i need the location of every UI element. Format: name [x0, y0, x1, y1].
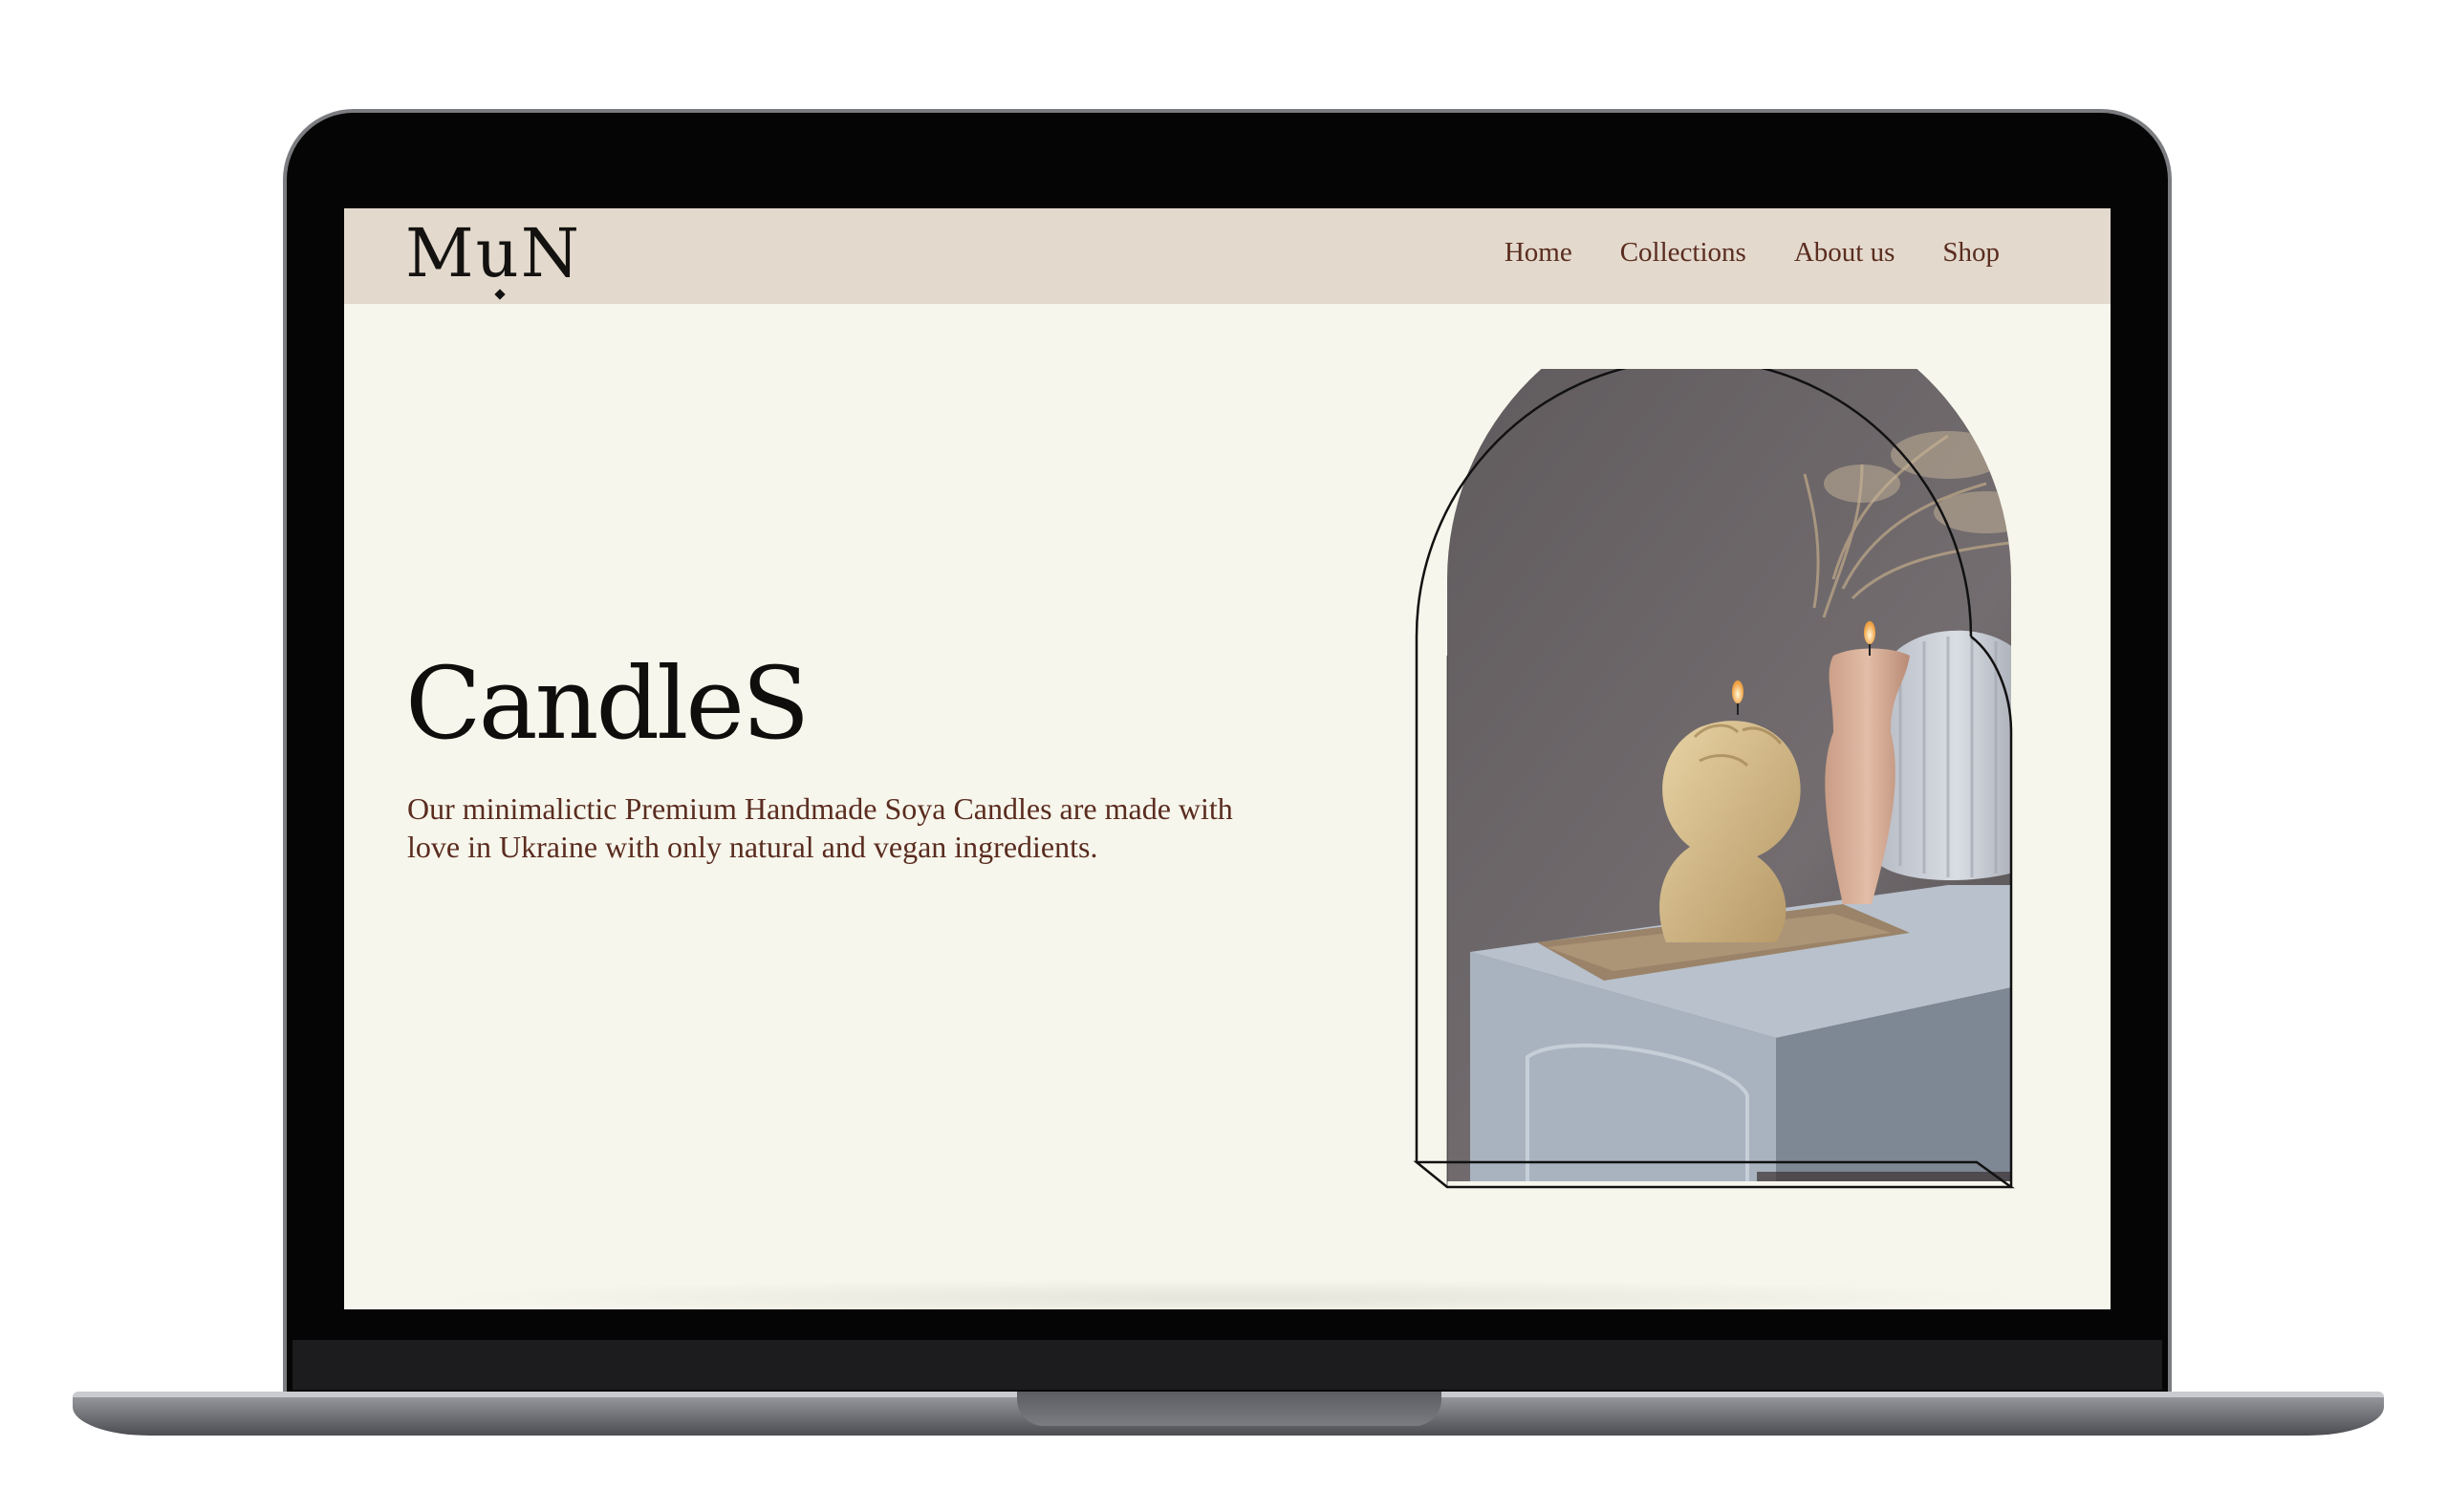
navbar: MuN Home Collections About us Shop: [344, 208, 2111, 304]
nav-links: Home Collections About us Shop: [1505, 235, 2000, 270]
candles-photo: [1413, 357, 2015, 1189]
logo-text: MuN: [405, 214, 582, 292]
content-shadow: [421, 1279, 2046, 1309]
nav-collections-link[interactable]: Collections: [1620, 235, 1746, 270]
website-screen: MuN Home Collections About us Shop Candl…: [344, 208, 2111, 1309]
laptop-mockup: MuN Home Collections About us Shop Candl…: [0, 0, 2447, 1512]
laptop-opening-notch: [1017, 1392, 1441, 1426]
nav-about-link[interactable]: About us: [1794, 235, 1895, 270]
nav-home-link[interactable]: Home: [1505, 235, 1572, 270]
logo[interactable]: MuN: [405, 214, 582, 300]
hero-description: Our minimalictic Premium Handmade Soya C…: [407, 791, 1233, 864]
hero-title: CandleS: [405, 645, 810, 762]
hero-arch-image: [1413, 357, 2044, 1200]
laptop-bezel-bottom: [292, 1340, 2162, 1390]
nav-shop-link[interactable]: Shop: [1942, 235, 2000, 270]
